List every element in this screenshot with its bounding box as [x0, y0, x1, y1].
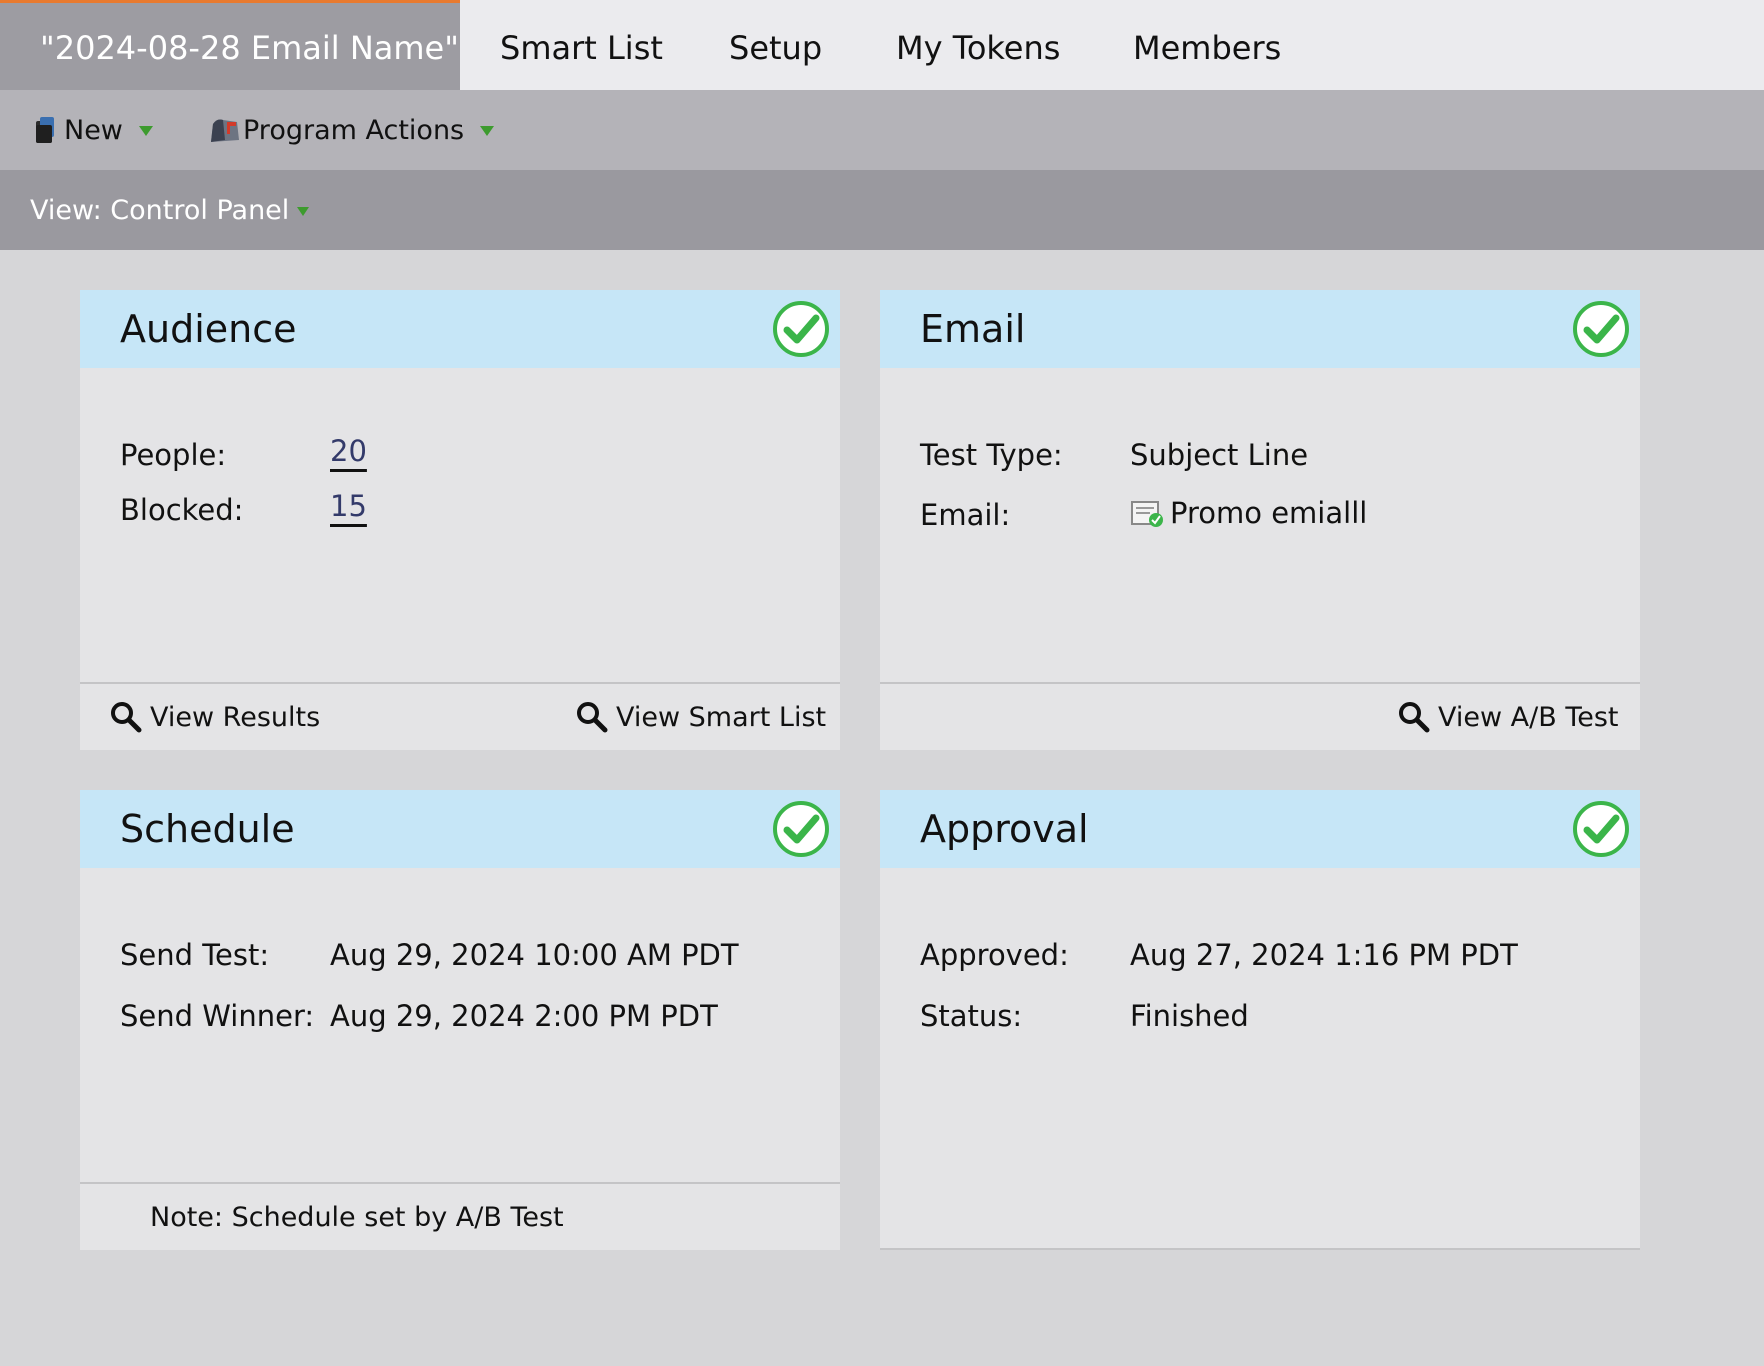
check-icon: [773, 301, 829, 357]
send-test-label: Send Test:: [120, 938, 270, 972]
toolbar: New Program Actions: [0, 90, 1764, 170]
blocked-count-link[interactable]: 15: [330, 489, 367, 523]
people-count-link[interactable]: 20: [330, 434, 367, 468]
email-asset-link[interactable]: Promo emialll: [1130, 496, 1367, 530]
approval-card-header: Approval: [880, 790, 1640, 868]
program-actions-icon: [211, 119, 239, 142]
tab-setup[interactable]: Setup: [729, 0, 822, 90]
new-icon: [36, 117, 54, 143]
new-label: New: [64, 114, 123, 146]
schedule-card-footer: Note: Schedule set by A/B Test: [80, 1182, 840, 1250]
approved-value: Aug 27, 2024 1:16 PM PDT: [1130, 938, 1518, 972]
chevron-down-icon: [138, 126, 153, 136]
schedule-card-header: Schedule: [80, 790, 840, 868]
chevron-down-icon: [480, 126, 495, 136]
schedule-card: Schedule Send Test: Aug 29, 2024 10:00 A…: [80, 790, 840, 1250]
status-value: Finished: [1130, 999, 1249, 1033]
view-label: View: Control Panel: [30, 194, 290, 226]
view-smart-list-label: View Smart List: [616, 701, 827, 733]
view-results-link[interactable]: View Results: [110, 684, 320, 750]
email-asset-icon: [1131, 501, 1163, 527]
audience-card: Audience People: 20 Blocked: 15 View Res…: [80, 290, 840, 750]
check-icon: [1573, 301, 1629, 357]
approved-label: Approved:: [920, 938, 1069, 972]
program-actions-label: Program Actions: [243, 114, 465, 146]
approval-card: Approval Approved: Aug 27, 2024 1:16 PM …: [880, 790, 1640, 1250]
chevron-down-icon: [297, 206, 310, 216]
send-winner-label: Send Winner:: [120, 999, 315, 1033]
audience-title: Audience: [120, 307, 297, 351]
blocked-label: Blocked:: [120, 493, 244, 527]
view-selector[interactable]: View: Control Panel: [30, 194, 310, 226]
audience-card-header: Audience: [80, 290, 840, 368]
check-icon: [773, 801, 829, 857]
program-actions-menu-button[interactable]: Program Actions: [207, 90, 495, 170]
schedule-note: Note: Schedule set by A/B Test: [150, 1201, 564, 1233]
test-type-label: Test Type:: [920, 438, 1063, 472]
email-card-footer: View A/B Test: [880, 682, 1640, 750]
audience-card-footer: View Results View Smart List: [80, 682, 840, 750]
program-tab-bar: "2024-08-28 Email Name" Smart List Setup…: [0, 0, 1764, 90]
check-icon: [1573, 801, 1629, 857]
search-icon: [577, 702, 608, 733]
view-ab-test-link[interactable]: View A/B Test: [1398, 684, 1619, 750]
view-ab-test-label: View A/B Test: [1438, 701, 1619, 733]
email-card-header: Email: [880, 290, 1640, 368]
view-results-label: View Results: [150, 701, 321, 733]
tab-program-name[interactable]: "2024-08-28 Email Name": [0, 0, 460, 90]
tab-my-tokens[interactable]: My Tokens: [896, 0, 1060, 90]
tab-smart-list[interactable]: Smart List: [500, 0, 663, 90]
people-label: People:: [120, 438, 227, 472]
view-bar: View: Control Panel: [0, 170, 1764, 250]
approval-title: Approval: [920, 807, 1089, 851]
email-label: Email:: [920, 498, 1011, 532]
email-card: Email Test Type: Subject Line Email: Pro…: [880, 290, 1640, 750]
search-icon: [111, 702, 142, 733]
send-test-value: Aug 29, 2024 10:00 AM PDT: [330, 938, 739, 972]
search-icon: [1399, 702, 1430, 733]
schedule-title: Schedule: [120, 807, 295, 851]
tab-members[interactable]: Members: [1133, 0, 1281, 90]
new-menu-button[interactable]: New: [34, 90, 153, 170]
status-label: Status:: [920, 999, 1023, 1033]
send-winner-value: Aug 29, 2024 2:00 PM PDT: [330, 999, 718, 1033]
test-type-value: Subject Line: [1130, 438, 1309, 472]
view-smart-list-link[interactable]: View Smart List: [576, 684, 826, 750]
email-title: Email: [920, 307, 1026, 351]
email-value: Promo emialll: [1170, 496, 1368, 530]
